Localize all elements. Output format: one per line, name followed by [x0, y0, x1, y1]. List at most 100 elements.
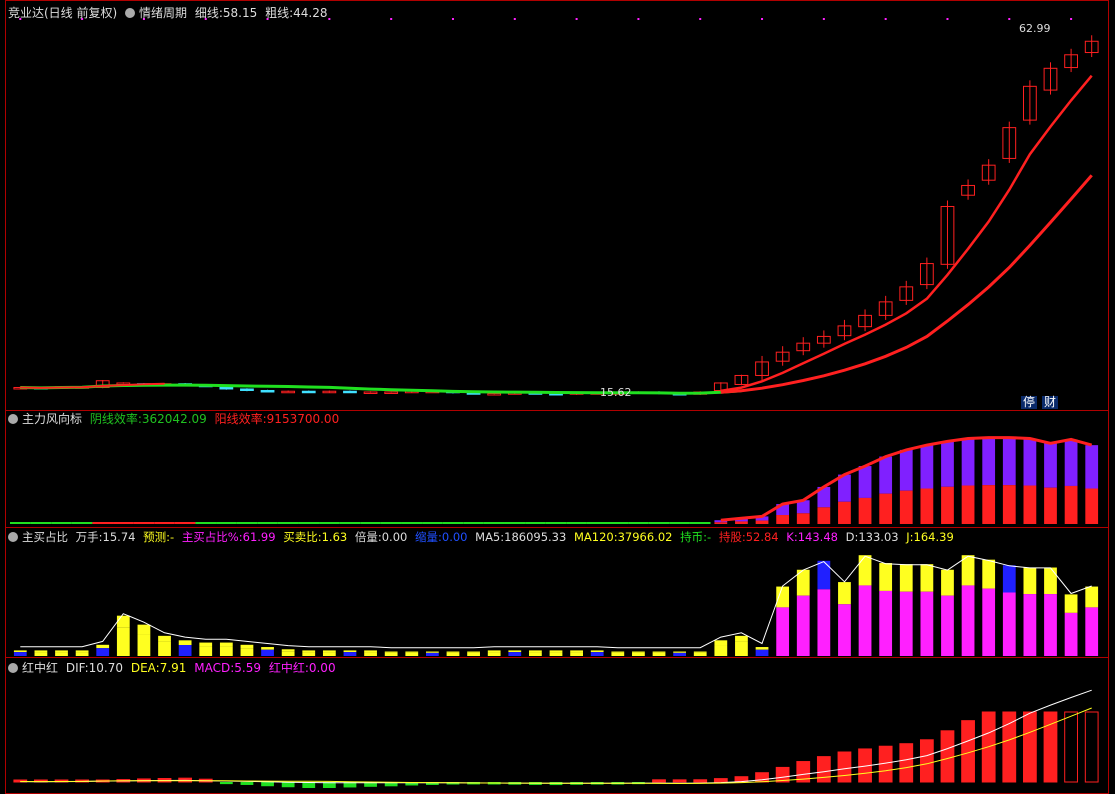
buy-bar-main — [570, 652, 583, 656]
buy-bar-main — [487, 652, 501, 656]
high-price-label: 62.99 — [1019, 22, 1051, 35]
buy-ratio-name[interactable]: 主买占比 — [22, 530, 68, 544]
chigu-value: 52.84 — [745, 530, 779, 544]
flow-name[interactable]: 主力风向标 — [22, 412, 82, 426]
buy-bar-top — [384, 651, 398, 653]
macd-bar-pos — [693, 779, 708, 783]
buy-bar-top — [838, 582, 851, 605]
buy-bar-top — [425, 651, 439, 653]
buy-bar-main — [199, 646, 213, 656]
buy-bar-top — [405, 651, 419, 653]
signal-marker — [946, 18, 949, 20]
buy-bar-main — [611, 652, 625, 656]
beiliang-label: 倍量: — [354, 530, 382, 544]
wanshou-label: 万手: — [75, 530, 103, 544]
buy-bar-top — [858, 555, 872, 586]
buy-bar-main — [755, 649, 769, 656]
buy-bar-top — [1085, 586, 1099, 608]
flow-bar — [442, 522, 464, 524]
macd-value: 5.59 — [234, 661, 261, 675]
yang-label: 阳线效率: — [214, 412, 267, 426]
buy-bar-top — [219, 642, 233, 647]
buy-bar-top — [1064, 594, 1078, 613]
finance-badge[interactable]: 财 — [1042, 396, 1059, 409]
flow-bar — [195, 522, 217, 524]
settings-circle-icon[interactable] — [125, 8, 136, 18]
flow-bar — [648, 522, 670, 524]
buy-bar-top — [137, 624, 151, 635]
buy-bar-top — [755, 647, 769, 650]
buy-bar-main — [652, 652, 666, 656]
buy-bar-top — [281, 649, 295, 652]
macd-header: 红中红 DIF:10.70 DEA:7.91 MACD:5.59 红中红:0.0… — [8, 661, 340, 675]
buy-bar-top — [96, 644, 110, 649]
macd-bar-pos — [1022, 711, 1037, 783]
buy-bar-top — [322, 650, 336, 653]
macd-name[interactable]: 红中红 — [22, 661, 58, 675]
flow-bar — [525, 522, 546, 524]
buy-bar-main — [961, 585, 975, 656]
buy-bar-top — [735, 635, 748, 642]
flow-bar-red — [817, 507, 831, 524]
buy-bar-main — [322, 652, 336, 656]
flow-bar — [216, 522, 237, 524]
d-label: D: — [845, 530, 859, 544]
flow-bar-red — [1044, 487, 1057, 524]
macd-bar-neg — [240, 782, 254, 785]
signal-marker — [390, 18, 393, 20]
buy-bar-top — [817, 560, 831, 590]
buy-bar-main — [116, 627, 130, 656]
yin-value: 362042.09 — [141, 412, 207, 426]
k-label: K: — [786, 530, 798, 544]
ma-thin-line — [720, 74, 1093, 393]
buy-bar-main — [1085, 607, 1099, 656]
buy-bar-top — [1044, 567, 1057, 595]
indicator-name[interactable]: 情绪周期 — [139, 6, 187, 20]
halt-badge[interactable]: 停 — [1021, 396, 1038, 409]
yuce-label: 预测: — [143, 530, 170, 544]
buy-bar-main — [75, 652, 89, 656]
signal-marker — [575, 18, 578, 20]
zmzb-value: 61.99 — [242, 530, 276, 544]
dif-label: DIF: — [65, 661, 89, 675]
hzh-label: 红中红: — [268, 661, 309, 675]
flow-bar — [566, 522, 587, 524]
buy-bar-main — [364, 652, 377, 656]
d-value: 133.03 — [858, 530, 899, 544]
buy-bar-main — [467, 652, 480, 656]
macd-bar-neg — [219, 782, 233, 785]
flow-bar — [236, 522, 258, 524]
macd-settings-icon[interactable] — [8, 663, 18, 673]
buy-bar-main — [1064, 612, 1078, 656]
buy-bar-main — [632, 652, 645, 656]
buy-bar-top — [673, 651, 687, 653]
buy-ratio-settings-icon[interactable] — [8, 532, 18, 542]
flow-bar — [30, 522, 52, 524]
flow-bar-red — [1023, 485, 1037, 524]
buy-bar-main — [776, 607, 790, 656]
buy-bar-top — [652, 651, 666, 653]
dea-label: DEA: — [130, 661, 160, 675]
ma-green-line — [20, 383, 742, 395]
signal-marker — [884, 18, 887, 20]
flow-bar-red — [899, 490, 913, 524]
buy-bar-main — [158, 641, 171, 656]
buy-bar-top — [487, 650, 501, 653]
flow-bar-red — [982, 485, 996, 524]
flow-bar — [174, 522, 196, 524]
buy-bar-top — [467, 651, 480, 653]
macd-bar-pos — [672, 779, 687, 783]
flow-settings-icon[interactable] — [8, 414, 18, 424]
buy-bar-top — [34, 650, 48, 653]
buy-bar-top — [158, 635, 171, 642]
buy-bar-main — [529, 652, 542, 656]
thick-value: 44.28 — [293, 6, 328, 20]
buy-bar-main — [446, 652, 460, 656]
flow-bar-red — [755, 520, 769, 524]
flow-bar — [483, 522, 505, 524]
candle-body — [301, 390, 316, 394]
buy-bar-top — [240, 644, 254, 649]
buy-bar-top — [920, 564, 934, 592]
buy-bar-main — [34, 652, 48, 656]
buy-bar-top — [529, 650, 542, 653]
